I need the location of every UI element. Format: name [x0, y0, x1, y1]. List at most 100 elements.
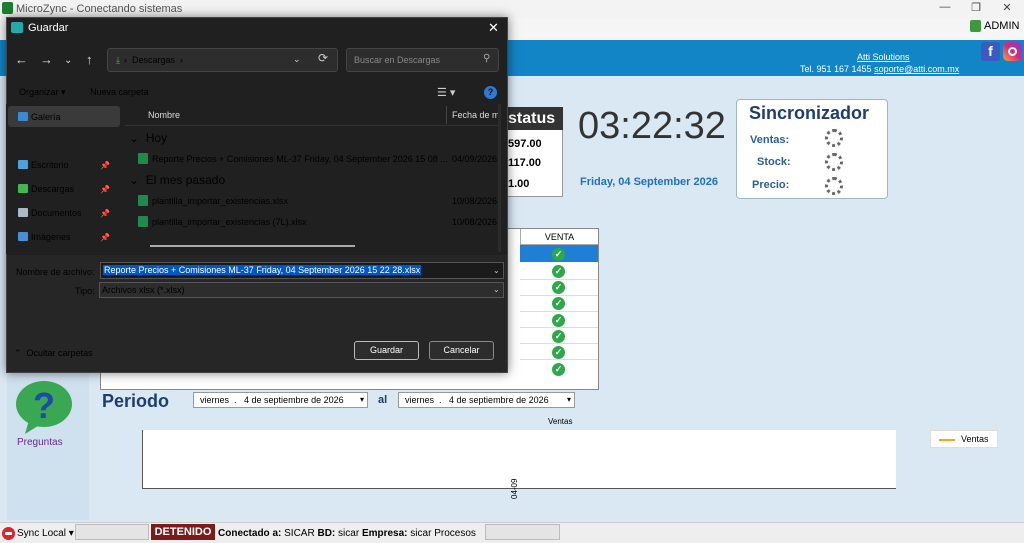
- check-icon: ✓: [552, 265, 565, 278]
- check-icon: ✓: [552, 248, 565, 261]
- file-date: 10/08/2026: [452, 196, 498, 206]
- file-type-select[interactable]: Archivos xlsx (*.xlsx): [99, 282, 504, 298]
- recent-chevron-icon[interactable]: ⌄: [64, 55, 72, 66]
- procesos-label: Procesos: [434, 528, 476, 539]
- column-name[interactable]: Nombre: [148, 110, 180, 120]
- periodo-label: Periodo: [102, 391, 170, 411]
- chart-legend: Ventas: [930, 430, 998, 448]
- file-name: plantilla_importar_existencias.xlsx: [152, 195, 289, 206]
- address-dropdown-icon[interactable]: ⌄: [293, 54, 301, 65]
- chart-plot-area: [142, 430, 896, 489]
- facebook-icon[interactable]: f: [981, 42, 1000, 61]
- check-icon: ✓: [552, 314, 565, 327]
- dialog-close-icon[interactable]: ✕: [488, 20, 499, 36]
- bd-value: sicar: [338, 528, 360, 539]
- chart-title: Ventas: [548, 417, 573, 426]
- svg-text:?: ?: [33, 385, 55, 426]
- grid-header-venta[interactable]: VENTA: [520, 229, 598, 245]
- horizontal-scrollbar[interactable]: [150, 245, 355, 247]
- type-label: Tipo:: [75, 286, 95, 296]
- cancel-button[interactable]: Cancelar: [429, 341, 494, 360]
- chevron-down-icon[interactable]: ⌄: [493, 266, 500, 275]
- pin-icon[interactable]: 📌: [100, 185, 110, 194]
- window-titlebar: MicroZync - Conectando sistemas — ❐ ✕: [0, 0, 1024, 18]
- check-icon: ✓: [552, 346, 565, 359]
- search-icon: ⚲: [483, 53, 491, 64]
- pin-icon[interactable]: 📌: [100, 209, 110, 218]
- date-from-picker[interactable]: viernes . 4 de septiembre de 2026 ▾: [193, 392, 368, 408]
- nav-item-escritorio[interactable]: Escritorio: [31, 160, 69, 170]
- user-indicator[interactable]: ADMIN: [970, 20, 1019, 32]
- sync-local-label: Sync Local: [17, 528, 66, 539]
- company-link[interactable]: Atti Solutions: [857, 52, 910, 62]
- help-question-icon[interactable]: ?: [15, 380, 73, 435]
- address-bar[interactable]: ⤓ › Descargas ›: [107, 48, 338, 72]
- preguntas-label[interactable]: Preguntas: [17, 437, 63, 448]
- save-button[interactable]: Guardar: [354, 341, 419, 360]
- status-title: status: [505, 107, 563, 130]
- group-label: El mes pasado: [145, 173, 226, 187]
- date-to-day: viernes: [405, 395, 435, 405]
- downloads-icon: [18, 184, 28, 193]
- address-folder: Descargas: [131, 55, 176, 65]
- sync-ventas-label: Ventas:: [750, 134, 790, 146]
- stop-icon: [2, 527, 15, 540]
- documents-icon: [18, 208, 28, 217]
- date-to-picker[interactable]: viernes . 4 de septiembre de 2026 ▾: [398, 392, 575, 408]
- file-row[interactable]: Reporte Precios + Comisiones ML-37 Frida…: [138, 153, 448, 164]
- up-arrow-icon[interactable]: ↑: [86, 52, 93, 67]
- column-date[interactable]: Fecha de m: [452, 110, 500, 120]
- nav-item-imagenes[interactable]: Imágenes: [31, 232, 71, 242]
- maximize-button[interactable]: ❐: [961, 1, 991, 17]
- date-from-day: viernes: [200, 395, 230, 405]
- help-icon[interactable]: ?: [484, 86, 497, 99]
- new-folder-button[interactable]: Nueva carpeta: [90, 87, 149, 97]
- organize-menu[interactable]: Organizar ▾: [19, 87, 66, 98]
- sync-stock-label: Stock:: [757, 156, 791, 168]
- contact-email[interactable]: soporte@atti.com.mx: [874, 64, 959, 74]
- date-to-value: 4 de septiembre de 2026: [449, 395, 549, 405]
- file-date: 10/08/2026: [452, 217, 498, 227]
- connection-info: Conectado a: SICAR BD: sicar Empresa: si…: [218, 528, 476, 539]
- file-row[interactable]: plantilla_importar_existencias (7L).xlsx: [138, 216, 307, 227]
- user-icon: [970, 20, 981, 32]
- empresa-value: sicar: [410, 528, 432, 539]
- chevron-down-icon[interactable]: ⌄: [493, 285, 500, 294]
- refresh-icon[interactable]: ⟳: [318, 51, 328, 65]
- row-divider: [520, 327, 598, 328]
- view-options-icon[interactable]: ☰ ▾: [437, 86, 455, 99]
- row-divider: [520, 295, 598, 296]
- group-hoy[interactable]: ⌄ Hoy: [129, 131, 167, 145]
- clock-date: Friday, 04 September 2026: [580, 176, 718, 188]
- filename-input[interactable]: Reporte Precios + Comisiones ML-37 Frida…: [100, 262, 504, 279]
- status-value-2: 117.00: [508, 157, 542, 169]
- excel-file-icon: [138, 195, 148, 206]
- loading-spinner-icon: [825, 177, 843, 195]
- file-row[interactable]: plantilla_importar_existencias.xlsx: [138, 195, 288, 206]
- sync-local-dropdown[interactable]: Sync Local ▾: [17, 528, 74, 539]
- excel-file-icon: [138, 153, 148, 164]
- pin-icon[interactable]: 📌: [100, 161, 110, 170]
- status-progress-box: [75, 524, 149, 540]
- window-title: MicroZync - Conectando sistemas: [16, 3, 183, 15]
- pin-icon[interactable]: 📌: [100, 233, 110, 242]
- search-input[interactable]: Buscar en Descargas: [346, 48, 499, 72]
- instagram-icon[interactable]: [1003, 42, 1022, 61]
- date-from-value: 4 de septiembre de 2026: [244, 395, 344, 405]
- close-window-button[interactable]: ✕: [992, 1, 1022, 17]
- file-name: plantilla_importar_existencias (7L).xlsx: [152, 216, 307, 227]
- nav-item-label[interactable]: Galería: [31, 112, 61, 122]
- excel-file-icon: [138, 216, 148, 227]
- vertical-scrollbar[interactable]: [498, 104, 501, 252]
- nav-item-documentos[interactable]: Documentos: [31, 208, 82, 218]
- nav-item-descargas[interactable]: Descargas: [31, 184, 74, 194]
- row-divider: [520, 311, 598, 312]
- chart-x-tick: 04-09: [510, 478, 519, 499]
- back-arrow-icon[interactable]: ←: [15, 52, 28, 67]
- forward-arrow-icon[interactable]: →: [40, 52, 53, 67]
- hide-folders-toggle[interactable]: ⌃ Ocultar carpetas: [14, 348, 93, 359]
- group-mes-pasado[interactable]: ⌄ El mes pasado: [129, 173, 225, 187]
- minimize-button[interactable]: —: [930, 1, 960, 17]
- loading-spinner-icon: [825, 129, 843, 147]
- row-divider: [520, 343, 598, 344]
